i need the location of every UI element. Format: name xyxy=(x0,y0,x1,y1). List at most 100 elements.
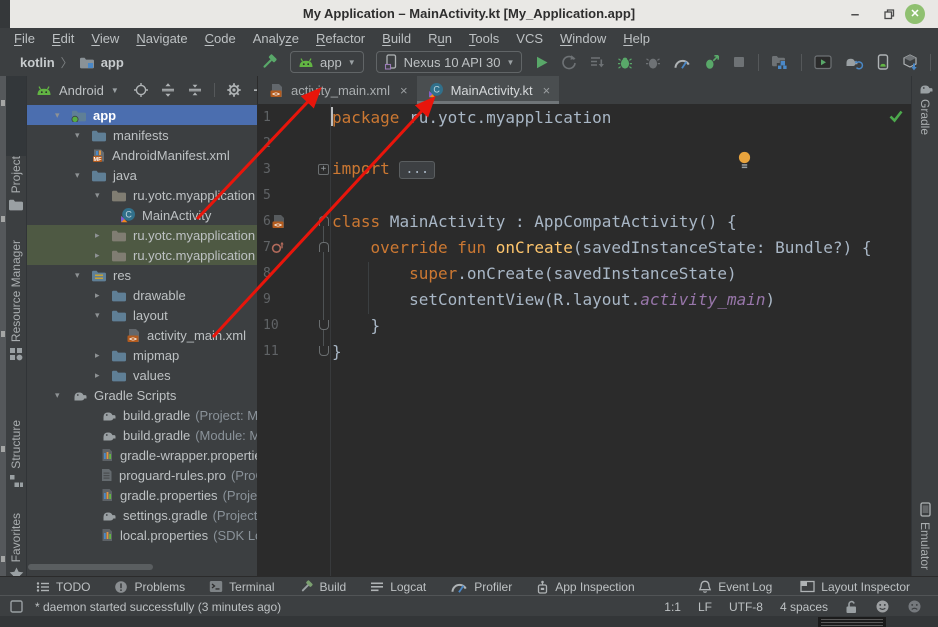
tree-item-activity-main-xml[interactable]: <>activity_main.xml xyxy=(27,325,257,345)
toolwindow-profiler[interactable]: Profiler xyxy=(450,579,512,594)
toolwindow-layout-inspector[interactable]: Layout Inspector xyxy=(800,580,910,594)
indent-setting[interactable]: 4 spaces xyxy=(780,600,828,614)
menu-run[interactable]: Run xyxy=(428,31,452,46)
menu-view[interactable]: View xyxy=(91,31,119,46)
run-button[interactable] xyxy=(534,55,549,70)
override-method-icon[interactable] xyxy=(271,241,285,254)
tree-item-androidmanifest-xml[interactable]: MFAndroidManifest.xml xyxy=(27,145,257,165)
tool-strip-structure[interactable]: Structure xyxy=(6,420,26,488)
inspection-ok-icon[interactable] xyxy=(888,108,904,123)
device-monitor-button[interactable] xyxy=(814,55,832,70)
menu-tools[interactable]: Tools xyxy=(469,31,499,46)
tree-item-drawable[interactable]: ▸drawable xyxy=(27,285,257,305)
toolwindow-event-log[interactable]: Event Log xyxy=(698,580,772,594)
fold-marker-icon[interactable]: + xyxy=(317,164,330,175)
chevron-collapsed-icon[interactable]: ▸ xyxy=(95,290,111,301)
chevron-expanded-icon[interactable]: ▾ xyxy=(95,190,111,201)
tree-item-build-gradle[interactable]: build.gradle(Module: My_Ap xyxy=(27,425,257,445)
fold-marker-icon[interactable] xyxy=(317,346,330,356)
fold-marker-icon[interactable] xyxy=(317,216,330,226)
rerun-button[interactable] xyxy=(561,54,577,70)
tree-item-java[interactable]: ▾java xyxy=(27,165,257,185)
chevron-collapsed-icon[interactable]: ▸ xyxy=(95,350,111,361)
toolwindow-terminal[interactable]: Terminal xyxy=(209,580,274,594)
breadcrumb-root[interactable]: kotlin xyxy=(20,55,55,70)
menu-refactor[interactable]: Refactor xyxy=(316,31,365,46)
tree-item-local-properties[interactable]: local.properties(SDK Locatio xyxy=(27,525,257,545)
chevron-down-icon[interactable]: ▼ xyxy=(111,86,119,95)
tool-strip-project[interactable]: Project xyxy=(6,156,26,211)
tree-item-gradle-properties[interactable]: gradle.properties(Project Pr xyxy=(27,485,257,505)
tool-strip-resource-manager[interactable]: Resource Manager xyxy=(6,240,26,361)
toolwindow-problems[interactable]: Problems xyxy=(114,580,185,594)
tree-item-ru-yotc-myapplication[interactable]: ▸ru.yotc.myapplication(tes xyxy=(27,245,257,265)
chevron-expanded-icon[interactable]: ▾ xyxy=(75,170,91,181)
menu-file[interactable]: File xyxy=(14,31,35,46)
horizontal-scrollbar[interactable] xyxy=(28,564,153,570)
chevron-expanded-icon[interactable]: ▾ xyxy=(75,270,91,281)
tree-item-values[interactable]: ▸values xyxy=(27,365,257,385)
related-layout-icon[interactable]: <> xyxy=(271,214,286,229)
tree-item-gradle-wrapper-properties[interactable]: gradle-wrapper.properties( xyxy=(27,445,257,465)
tool-strip-favorites[interactable]: Favorites xyxy=(6,513,26,581)
sdk-manager-button[interactable] xyxy=(902,54,918,71)
tree-item-app[interactable]: ▾app xyxy=(27,105,257,125)
avd-manager-button[interactable] xyxy=(876,54,890,70)
chevron-expanded-icon[interactable]: ▾ xyxy=(55,390,71,401)
profile-debug-button[interactable] xyxy=(703,54,720,70)
toolwindow-app-inspection[interactable]: App Inspection xyxy=(536,580,634,594)
tree-item-ru-yotc-myapplication[interactable]: ▸ru.yotc.myapplication(an xyxy=(27,225,257,245)
fold-marker-icon[interactable] xyxy=(317,320,330,330)
tree-item-manifests[interactable]: ▾manifests xyxy=(27,125,257,145)
menu-edit[interactable]: Edit xyxy=(52,31,74,46)
sync-gradle-button[interactable] xyxy=(844,55,864,70)
restore-button[interactable] xyxy=(879,0,899,28)
breadcrumb-module[interactable]: app xyxy=(101,55,124,70)
menu-navigate[interactable]: Navigate xyxy=(136,31,187,46)
tree-item-mainactivity[interactable]: CMainActivity xyxy=(27,205,257,225)
stop-button[interactable] xyxy=(732,55,746,69)
menu-analyze[interactable]: Analyze xyxy=(253,31,299,46)
settings-button[interactable] xyxy=(226,82,242,98)
chevron-expanded-icon[interactable]: ▾ xyxy=(95,310,111,321)
close-button[interactable]: ✕ xyxy=(905,4,925,24)
menu-help[interactable]: Help xyxy=(623,31,650,46)
project-view-select[interactable]: Android xyxy=(59,83,104,98)
chevron-expanded-icon[interactable]: ▾ xyxy=(75,130,91,141)
editor-body[interactable]: 1package ru.yotc.myapplication23+import … xyxy=(258,104,912,576)
lock-open-icon[interactable] xyxy=(845,600,858,614)
breadcrumb[interactable]: kotlin 〉 app xyxy=(20,48,124,76)
chevron-expanded-icon[interactable]: ▾ xyxy=(55,110,71,121)
close-icon[interactable]: × xyxy=(543,83,551,98)
build-hammer-icon[interactable] xyxy=(260,53,278,71)
project-structure-button[interactable] xyxy=(771,54,789,70)
sad-face-icon[interactable] xyxy=(907,599,922,614)
debug-button[interactable] xyxy=(617,54,633,70)
file-encoding[interactable]: UTF-8 xyxy=(729,600,763,614)
profile-button[interactable] xyxy=(673,55,691,70)
tree-item-ru-yotc-myapplication[interactable]: ▾ru.yotc.myapplication xyxy=(27,185,257,205)
caret-position[interactable]: 1:1 xyxy=(664,600,681,614)
chevron-collapsed-icon[interactable]: ▸ xyxy=(95,250,111,261)
fold-marker-icon[interactable] xyxy=(317,242,330,252)
tool-strip-emulator[interactable]: Emulator xyxy=(912,502,938,570)
toolwindow-todo[interactable]: TODO xyxy=(36,580,90,594)
menu-build[interactable]: Build xyxy=(382,31,411,46)
status-message[interactable]: * daemon started successfully (3 minutes… xyxy=(35,600,281,614)
tool-strip-gradle[interactable]: Gradle xyxy=(912,82,938,135)
happy-face-icon[interactable] xyxy=(875,599,890,614)
toolwindow-logcat[interactable]: Logcat xyxy=(370,580,426,594)
line-ending[interactable]: LF xyxy=(698,600,712,614)
run-config-select[interactable]: app ▼ xyxy=(290,51,364,73)
minimize-button[interactable]: – xyxy=(845,0,865,28)
tree-item-gradle-scripts[interactable]: ▾Gradle Scripts xyxy=(27,385,257,405)
tree-item-build-gradle[interactable]: build.gradle(Project: My_Ap xyxy=(27,405,257,425)
expand-all-button[interactable] xyxy=(160,82,176,98)
tab-activity-main-xml[interactable]: <>activity_main.xml× xyxy=(258,76,417,104)
chevron-collapsed-icon[interactable]: ▸ xyxy=(95,370,111,381)
tree-item-layout[interactable]: ▾layout xyxy=(27,305,257,325)
select-opened-file-button[interactable] xyxy=(133,82,149,98)
tree-item-proguard-rules-pro[interactable]: proguard-rules.pro(ProGuar xyxy=(27,465,257,485)
chevron-collapsed-icon[interactable]: ▸ xyxy=(95,230,111,241)
menu-window[interactable]: Window xyxy=(560,31,606,46)
